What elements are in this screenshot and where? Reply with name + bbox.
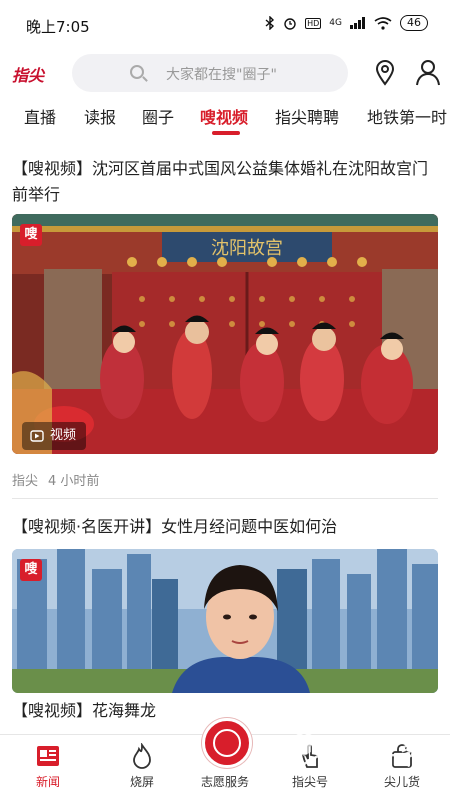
network-label: 4G: [329, 18, 342, 28]
sou-badge-icon: 嗖: [20, 224, 42, 246]
volunteer-emblem: [213, 729, 241, 757]
user-icon[interactable]: [414, 58, 442, 86]
news-icon: [37, 746, 59, 766]
article-video-thumbnail[interactable]: 嗖: [12, 549, 438, 693]
doctor-video-image: [12, 549, 438, 693]
tab-jobs[interactable]: 指尖聘聘: [275, 104, 339, 128]
wedding-scene-image: 沈阳故宫: [12, 214, 438, 454]
status-bar: 晚上7:05 HD 4G 46: [0, 0, 450, 48]
article-source: 指尖: [12, 474, 39, 489]
article-time: 4 小时前: [48, 474, 100, 489]
gate-sign: 沈阳故宫: [211, 238, 283, 259]
status-icons: HD 4G 46: [265, 15, 428, 31]
battery-indicator: 46: [400, 15, 428, 31]
divider: [12, 498, 438, 499]
article-title[interactable]: 【嗖视频·名医开讲】女性月经问题中医如何治: [12, 514, 438, 540]
watermark: 硬件之家 YING JIAN ZHI JIA: [286, 726, 446, 776]
signal-icon: [350, 17, 365, 29]
status-time: 晚上7:05: [26, 18, 90, 36]
wifi-icon: [374, 16, 392, 30]
watermark-logo-icon: [288, 730, 320, 766]
video-label: 视频: [22, 422, 87, 450]
tab-newspaper[interactable]: 读报: [84, 104, 116, 128]
tab-metro[interactable]: 地铁第一时: [367, 104, 447, 128]
nav-label: 新闻: [35, 775, 60, 789]
search-icon: [130, 65, 144, 79]
app-header: 指尖 大家都在搜"圈子": [0, 50, 450, 96]
tab-live[interactable]: 直播: [24, 104, 56, 128]
sou-badge-icon: 嗖: [20, 559, 42, 581]
tab-circle[interactable]: 圈子: [142, 104, 174, 128]
app-logo[interactable]: 指尖: [12, 62, 44, 86]
video-label-text: 视频: [50, 428, 77, 443]
search-placeholder: 大家都在搜"圈子": [166, 67, 277, 83]
tab-sou-video[interactable]: 嗖视频: [200, 104, 248, 128]
hd-badge-icon: HD: [305, 17, 322, 29]
alarm-icon: [284, 18, 296, 30]
watermark-pinyin: YING JIAN ZHI JIA: [330, 758, 423, 768]
bluetooth-icon: [265, 16, 275, 30]
active-tab-indicator: [212, 131, 240, 135]
play-icon: [30, 430, 44, 442]
search-input[interactable]: 大家都在搜"圈子": [72, 54, 348, 92]
nav-label: 烧屏: [129, 775, 154, 789]
article-meta: 指尖 4 小时前: [12, 470, 99, 489]
article-title[interactable]: 【嗖视频】沈河区首届中式国风公益集体婚礼在沈阳故宫门前举行: [12, 156, 438, 208]
fire-icon: [133, 743, 151, 769]
article-video-thumbnail[interactable]: 沈阳故宫 嗖 视频: [12, 214, 438, 454]
nav-label: 志愿服务: [200, 775, 249, 789]
location-icon[interactable]: [374, 60, 396, 86]
volunteer-icon[interactable]: [202, 718, 252, 768]
